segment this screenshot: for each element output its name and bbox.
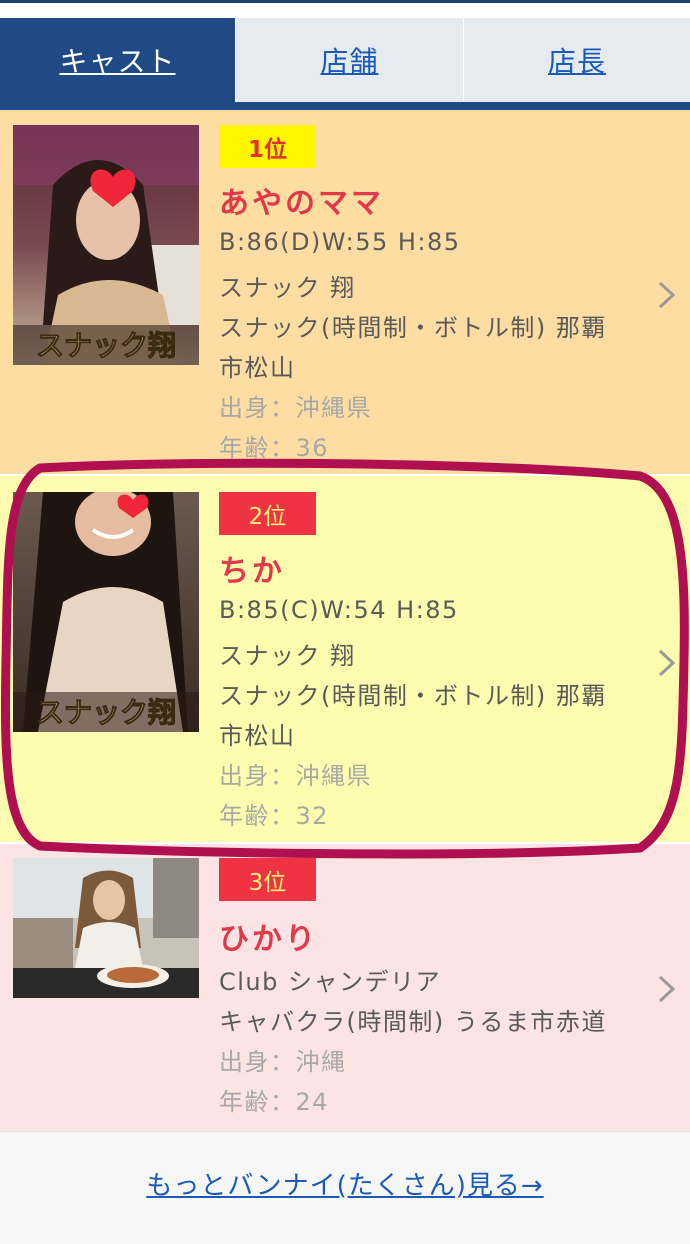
cast-name: ちか [219, 554, 285, 589]
tab-store[interactable]: 店舗 [235, 18, 463, 102]
chevron-right-icon [658, 281, 676, 309]
top-border [0, 0, 690, 3]
cast-photo: スナック翔 [13, 125, 199, 365]
tab-manager[interactable]: 店長 [463, 18, 690, 102]
see-more-link[interactable]: もっとバンナイ(たくさん)見る→ [0, 1165, 690, 1202]
store-type-area: スナック(時間制・ボトル制) 那覇 [219, 682, 607, 710]
cast-origin: 出身：沖縄 [219, 1048, 347, 1076]
ranking-tabs: キャスト 店舗 店長 [0, 18, 690, 102]
cast-card-rank-1[interactable]: スナック翔 1位 あやのママ B:86(D)W:55 H:85 スナック 翔 ス… [0, 110, 690, 474]
store-area-cont: 市松山 [219, 354, 296, 382]
cast-photo [13, 858, 199, 998]
cast-card-rank-3[interactable]: 3位 ひかり Club シャンデリア キャバクラ(時間制) うるま市赤道 出身：… [0, 844, 690, 1131]
cast-name: ひかり [219, 922, 318, 957]
chevron-right-icon [658, 649, 676, 677]
rank-badge: 3位 [219, 858, 316, 901]
cast-name: あやのママ [219, 186, 384, 221]
cast-photo: スナック翔 [13, 492, 199, 732]
rank-badge: 1位 [219, 125, 316, 168]
store-name: スナック 翔 [219, 274, 356, 302]
cast-age: 年齢：32 [219, 802, 330, 830]
cast-card-rank-2[interactable]: スナック翔 2位 ちか B:85(C)W:54 H:85 スナック 翔 スナック… [0, 476, 690, 842]
chevron-right-icon [658, 975, 676, 1003]
store-type-area: スナック(時間制・ボトル制) 那覇 [219, 314, 607, 342]
cast-age: 年齢：24 [219, 1088, 330, 1116]
tab-cast[interactable]: キャスト [0, 18, 235, 102]
cast-age: 年齢：36 [219, 434, 330, 462]
store-area-cont: 市松山 [219, 722, 296, 750]
cast-origin: 出身：沖縄県 [219, 394, 372, 422]
cast-measurements: B:85(C)W:54 H:85 [219, 596, 459, 624]
svg-text:スナック翔: スナック翔 [36, 696, 176, 729]
tab-underline-bar [0, 102, 690, 110]
rank-badge: 2位 [219, 492, 316, 535]
cast-measurements: B:86(D)W:55 H:85 [219, 228, 461, 256]
store-type-area: キャバクラ(時間制) うるま市赤道 [219, 1008, 607, 1036]
store-name: スナック 翔 [219, 642, 356, 670]
cast-origin: 出身：沖縄県 [219, 762, 372, 790]
store-name: Club シャンデリア [219, 968, 441, 996]
svg-text:スナック翔: スナック翔 [36, 329, 176, 362]
